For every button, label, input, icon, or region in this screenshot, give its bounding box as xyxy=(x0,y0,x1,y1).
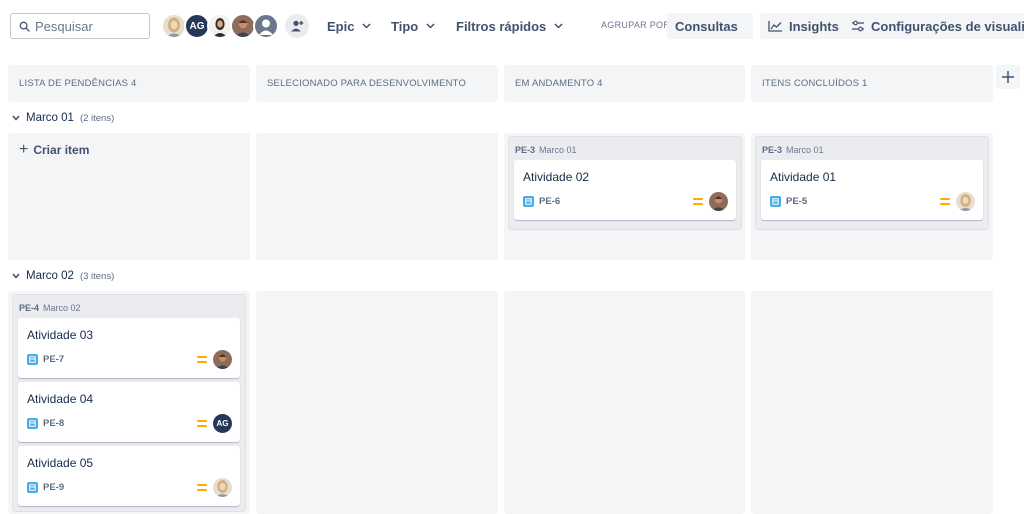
chevron-down-icon xyxy=(12,115,20,121)
cell-selected xyxy=(256,291,498,514)
parent-header: PE-3 Marco 01 xyxy=(514,142,736,157)
issue-card[interactable]: Atividade 05 PE-9 xyxy=(18,446,240,506)
assignee-avatar[interactable] xyxy=(213,478,232,497)
create-item-button[interactable]: + Criar item xyxy=(19,141,89,159)
cell-selected xyxy=(256,133,498,260)
card-key[interactable]: PE-8 xyxy=(43,418,64,429)
insights-label: Insights xyxy=(789,18,839,34)
quick-filters[interactable]: Filtros rápidos xyxy=(456,14,563,38)
column-title: LISTA DE PENDÊNCIAS 4 xyxy=(19,78,137,89)
story-icon xyxy=(523,196,534,207)
card-title: Atividade 02 xyxy=(523,170,590,184)
priority-medium-icon xyxy=(693,198,703,205)
chevron-down-icon xyxy=(12,273,20,279)
search-box[interactable] xyxy=(10,13,150,39)
parent-group: PE-4 Marco 02 Atividade 03 PE-7 Atividad… xyxy=(12,294,246,512)
group-by-label: AGRUPAR POR xyxy=(601,20,671,30)
card-title: Atividade 01 xyxy=(770,170,837,184)
card-title: Atividade 05 xyxy=(27,456,94,470)
swimlane-header-marco-01[interactable]: Marco 01 (2 itens) xyxy=(12,109,114,127)
parent-summary: Marco 02 xyxy=(43,302,81,313)
priority-medium-icon xyxy=(197,356,207,363)
issue-card[interactable]: Atividade 04 PE-8 AG xyxy=(18,382,240,442)
column-title: EM ANDAMENTO 4 xyxy=(515,78,603,89)
quick-filters-label: Filtros rápidos xyxy=(456,18,547,34)
story-icon xyxy=(27,482,38,493)
add-column-button[interactable] xyxy=(996,65,1020,89)
plus-icon: + xyxy=(19,141,29,158)
parent-key[interactable]: PE-3 xyxy=(515,145,535,155)
card-title: Atividade 03 xyxy=(27,328,94,342)
epic-filter-label: Epic xyxy=(327,18,355,34)
chart-line-icon xyxy=(768,20,783,32)
card-footer: PE-7 xyxy=(27,350,232,369)
parent-summary: Marco 01 xyxy=(539,144,577,155)
card-footer: PE-9 xyxy=(27,478,232,497)
column-header-in-progress[interactable]: EM ANDAMENTO 4 xyxy=(504,65,745,102)
swimlane-name: Marco 02 xyxy=(26,270,74,282)
assignee-avatars: AG xyxy=(161,13,279,39)
cell-in-progress xyxy=(504,291,745,514)
swimlane-name: Marco 01 xyxy=(26,112,74,124)
card-key[interactable]: PE-9 xyxy=(43,482,64,493)
card-footer: PE-5 xyxy=(770,192,975,211)
parent-header: PE-4 Marco 02 xyxy=(18,300,240,315)
story-icon xyxy=(770,196,781,207)
plus-icon xyxy=(1002,71,1014,83)
type-filter-label: Tipo xyxy=(391,18,419,34)
assignee-avatar[interactable] xyxy=(213,350,232,369)
column-title: ITENS CONCLUÍDOS 1 xyxy=(762,78,868,89)
insights-button[interactable]: Insights xyxy=(760,13,847,39)
priority-medium-icon xyxy=(197,484,207,491)
issue-card[interactable]: Atividade 02 PE-6 xyxy=(514,160,736,220)
avatar[interactable] xyxy=(253,13,279,39)
search-icon xyxy=(19,21,30,32)
swimlane-count: (3 itens) xyxy=(79,270,115,282)
assignee-avatar[interactable]: AG xyxy=(213,414,232,433)
group-by-value: Consultas xyxy=(675,18,738,34)
priority-medium-icon xyxy=(197,420,207,427)
parent-group: PE-3 Marco 01 Atividade 02 PE-6 xyxy=(508,136,742,230)
story-icon xyxy=(27,354,38,365)
add-people-button[interactable] xyxy=(285,14,309,38)
view-settings-label: Configurações de visualização xyxy=(871,18,1024,34)
chevron-down-icon xyxy=(426,23,435,29)
group-by-select[interactable]: Consultas xyxy=(667,13,753,39)
parent-key[interactable]: PE-4 xyxy=(19,303,39,313)
board-toolbar: AG Epic Tipo Filtros rápidos AGRUPAR POR… xyxy=(0,0,1024,52)
card-key[interactable]: PE-7 xyxy=(43,354,64,365)
column-header-backlog[interactable]: LISTA DE PENDÊNCIAS 4 xyxy=(8,65,250,102)
sliders-icon xyxy=(851,20,865,32)
cell-done xyxy=(751,291,993,514)
epic-filter[interactable]: Epic xyxy=(327,14,371,38)
view-settings-button[interactable]: Configurações de visualização xyxy=(843,13,1024,39)
assignee-avatar[interactable] xyxy=(956,192,975,211)
priority-medium-icon xyxy=(940,198,950,205)
card-key[interactable]: PE-6 xyxy=(539,196,560,207)
type-filter[interactable]: Tipo xyxy=(391,14,435,38)
chevron-down-icon xyxy=(554,23,563,29)
create-item-label: Criar item xyxy=(33,143,90,157)
issue-card[interactable]: Atividade 01 PE-5 xyxy=(761,160,983,220)
search-input[interactable] xyxy=(35,18,145,34)
add-person-icon xyxy=(291,20,304,32)
column-header-selected[interactable]: SELECIONADO PARA DESENVOLVIMENTO xyxy=(256,65,498,102)
parent-group: PE-3 Marco 01 Atividade 01 PE-5 xyxy=(755,136,989,230)
card-footer: PE-6 xyxy=(523,192,728,211)
swimlane-header-marco-02[interactable]: Marco 02 (3 itens) xyxy=(12,267,114,285)
story-icon xyxy=(27,418,38,429)
card-title: Atividade 04 xyxy=(27,392,94,406)
swimlane-count: (2 itens) xyxy=(79,112,115,124)
column-header-done[interactable]: ITENS CONCLUÍDOS 1 xyxy=(751,65,993,102)
card-key[interactable]: PE-5 xyxy=(786,196,807,207)
column-title: SELECIONADO PARA DESENVOLVIMENTO xyxy=(267,78,467,89)
assignee-avatar[interactable] xyxy=(709,192,728,211)
chevron-down-icon xyxy=(362,23,371,29)
parent-summary: Marco 01 xyxy=(786,144,824,155)
issue-card[interactable]: Atividade 03 PE-7 xyxy=(18,318,240,378)
parent-header: PE-3 Marco 01 xyxy=(761,142,983,157)
parent-key[interactable]: PE-3 xyxy=(762,145,782,155)
card-footer: PE-8 AG xyxy=(27,414,232,433)
